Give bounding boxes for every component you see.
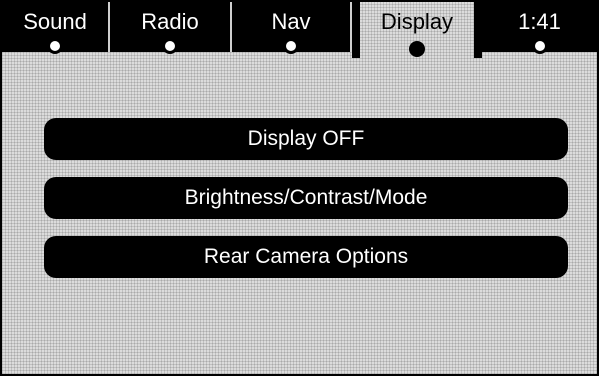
tab-clock-label: 1:41 (518, 9, 561, 34)
brightness-contrast-mode-button[interactable]: Brightness/Contrast/Mode (44, 177, 568, 219)
display-menu: Display OFF Brightness/Contrast/Mode Rea… (44, 118, 568, 295)
tab-nav-indicator-icon (283, 38, 299, 54)
tab-sound-label: Sound (23, 9, 87, 34)
tab-clock[interactable]: 1:41 (482, 2, 597, 54)
tab-radio-indicator-icon (162, 38, 178, 54)
tab-radio[interactable]: Radio (110, 2, 232, 54)
tab-sound[interactable]: Sound (2, 2, 110, 54)
tab-sound-indicator-icon (47, 38, 63, 54)
tab-radio-label: Radio (141, 9, 199, 34)
tab-display-label: Display (380, 9, 454, 34)
tab-display-indicator-icon (409, 41, 425, 57)
display-screen: Sound Radio Nav Display 1:41 Display OFF… (0, 0, 599, 376)
tab-display[interactable]: Display (352, 2, 482, 58)
tab-nav-label: Nav (271, 9, 311, 34)
tab-bar: Sound Radio Nav Display 1:41 (2, 2, 597, 58)
tab-nav[interactable]: Nav (232, 2, 352, 54)
tab-clock-indicator-icon (531, 38, 548, 54)
rear-camera-options-button[interactable]: Rear Camera Options (44, 236, 568, 278)
display-off-button[interactable]: Display OFF (44, 118, 568, 160)
